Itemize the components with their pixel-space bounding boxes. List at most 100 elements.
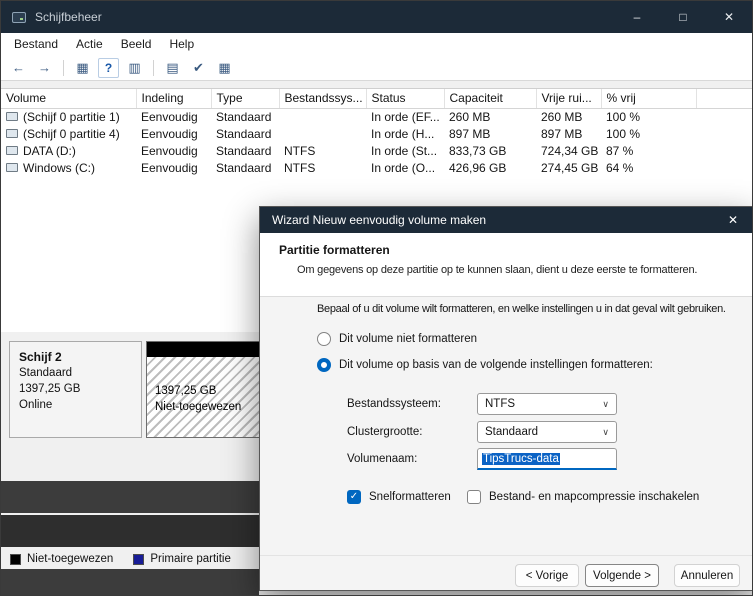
cluster-size-dropdown[interactable]: Standaard ∨ [477, 421, 617, 443]
quick-format-label: Snelformatteren [369, 491, 451, 503]
dialog-heading: Partitie formatteren [279, 243, 390, 257]
dialog-footer-divider [260, 555, 752, 556]
cell-vrij: 897 MB [541, 126, 583, 141]
help-icon[interactable]: ? [98, 57, 119, 78]
cancel-button[interactable]: Annuleren [674, 564, 740, 587]
cell-fs [279, 125, 366, 142]
compression-checkbox[interactable]: Bestand- en mapcompressie inschakelen [467, 489, 699, 505]
dialog-titlebar: Wizard Nieuw eenvoudig volume maken ✕ [260, 207, 752, 233]
column-indeling[interactable]: Indeling [136, 89, 212, 109]
table-row[interactable]: (Schijf 0 partitie 1) Eenvoudig Standaar… [1, 108, 752, 125]
cell-pct: 87 % [606, 143, 634, 158]
cell-status: In orde (EF... [371, 109, 440, 124]
volume-label-row: Volumenaam: TipsTrucs-data [347, 448, 617, 470]
toolbar-separator [153, 59, 154, 76]
compression-label: Bestand- en mapcompressie inschakelen [489, 491, 700, 503]
menu-beeld[interactable]: Beeld [112, 35, 161, 53]
radio-off-icon[interactable] [317, 332, 331, 346]
chevron-down-icon: ∨ [602, 426, 609, 437]
action-pane-icon[interactable]: ▤ [162, 58, 183, 78]
unallocated-swatch [10, 553, 21, 565]
disk2-info-panel[interactable]: Schijf 2 Standaard 1397,25 GB Online [9, 341, 142, 438]
cell-indeling: Eenvoudig [141, 109, 198, 124]
chevron-down-icon: ∨ [602, 398, 609, 409]
table-row[interactable]: DATA (D:) Eenvoudig Standaard NTFS In or… [1, 142, 752, 159]
column-bestandssysteem[interactable]: Bestandssys... [279, 89, 367, 109]
menu-actie[interactable]: Actie [67, 35, 112, 53]
cell-capaciteit: 833,73 GB [449, 143, 507, 158]
cell-type: Standaard [216, 143, 272, 158]
menu-help[interactable]: Help [160, 35, 203, 53]
legend-item: Niet-toegewezen [10, 553, 113, 565]
radio-format-label: Dit volume op basis van de volgende inst… [339, 359, 653, 371]
table-row[interactable]: (Schijf 0 partitie 4) Eenvoudig Standaar… [1, 125, 752, 142]
disk-status: Online [19, 399, 53, 411]
check-icon[interactable]: ✔ [188, 58, 209, 78]
properties-table-icon[interactable]: ▥ [124, 58, 145, 78]
cell-indeling: Eenvoudig [141, 160, 198, 175]
cell-indeling: Eenvoudig [141, 126, 198, 141]
window-controls: – □ ✕ [614, 1, 752, 33]
cell-capaciteit: 426,96 GB [449, 160, 507, 175]
cluster-size-row: Clustergrootte: Standaard ∨ [347, 421, 617, 443]
back-icon[interactable]: ← [8, 58, 29, 78]
app-disk-icon [12, 11, 26, 23]
cell-pct: 100 % [606, 126, 641, 141]
lower-dark-band [1, 515, 259, 547]
primary-partition-swatch [133, 553, 145, 565]
cluster-size-label: Clustergrootte: [347, 426, 423, 438]
cell-vrij: 274,45 GB [541, 160, 599, 175]
close-button[interactable]: ✕ [706, 1, 752, 33]
column-filler [696, 89, 752, 109]
radio-format-with-settings[interactable]: Dit volume op basis van de volgende inst… [317, 357, 653, 373]
column-pct-vrij[interactable]: % vrij [601, 89, 697, 109]
forward-icon[interactable]: → [34, 58, 55, 78]
column-vrije-ruimte[interactable]: Vrije rui... [536, 89, 602, 109]
console-window-icon[interactable]: ▦ [72, 58, 93, 78]
column-capaciteit[interactable]: Capaciteit [444, 89, 537, 109]
column-type[interactable]: Type [211, 89, 280, 109]
cell-indeling: Eenvoudig [141, 143, 198, 158]
maximize-button[interactable]: □ [660, 1, 706, 33]
disk-size: 1397,25 GB [19, 383, 81, 395]
cell-fs [279, 108, 366, 125]
checkbox-unchecked-icon[interactable] [467, 490, 481, 504]
volume-name: (Schijf 0 partitie 1) [23, 109, 120, 124]
cell-fs: NTFS [284, 143, 316, 158]
cell-status: In orde (St... [371, 143, 438, 158]
column-volume[interactable]: Volume [1, 89, 137, 109]
filesystem-dropdown[interactable]: NTFS ∨ [477, 393, 617, 415]
minimize-button[interactable]: – [614, 1, 660, 33]
volume-icon [6, 111, 18, 121]
cell-pct: 64 % [606, 160, 634, 175]
checkbox-checked-icon[interactable]: ✓ [347, 490, 361, 504]
dialog-close-icon[interactable]: ✕ [713, 207, 752, 233]
next-button[interactable]: Volgende > [585, 564, 659, 587]
format-intro-text: Bepaal of u dit volume wilt formatteren,… [317, 303, 726, 315]
volume-name-selected-text: TipsTrucs-data [482, 452, 560, 465]
window-titlebar: Schijfbeheer – □ ✕ [1, 1, 752, 33]
new-simple-volume-wizard-dialog: Wizard Nieuw eenvoudig volume maken ✕ Pa… [259, 206, 752, 591]
radio-on-icon[interactable] [317, 358, 331, 372]
table-row[interactable]: Windows (C:) Eenvoudig Standaard NTFS In… [1, 159, 752, 176]
disk-management-window: Schijfbeheer – □ ✕ Bestand Actie Beeld H… [0, 0, 753, 596]
quick-format-checkbox[interactable]: ✓ Snelformatteren [347, 489, 451, 505]
disk-list-icon[interactable]: ▦ [214, 58, 235, 78]
lower-dark-band [1, 481, 259, 513]
cluster-size-value: Standaard [485, 426, 539, 438]
cell-type: Standaard [216, 160, 272, 175]
legend-label: Niet-toegewezen [27, 553, 114, 565]
volume-name: Windows (C:) [23, 160, 96, 175]
back-button[interactable]: < Vorige [515, 564, 579, 587]
radio-no-format-label: Dit volume niet formatteren [339, 333, 478, 345]
cell-pct: 100 % [606, 109, 641, 124]
dialog-title: Wizard Nieuw eenvoudig volume maken [272, 213, 487, 227]
menu-bestand[interactable]: Bestand [5, 35, 67, 53]
toolbar-separator [63, 59, 64, 76]
cell-fs: NTFS [284, 160, 316, 175]
volume-name-input[interactable]: TipsTrucs-data [477, 448, 617, 470]
column-status[interactable]: Status [366, 89, 445, 109]
radio-no-format[interactable]: Dit volume niet formatteren [317, 331, 477, 347]
volume-name: (Schijf 0 partitie 4) [23, 126, 120, 141]
cell-status: In orde (O... [371, 160, 436, 175]
